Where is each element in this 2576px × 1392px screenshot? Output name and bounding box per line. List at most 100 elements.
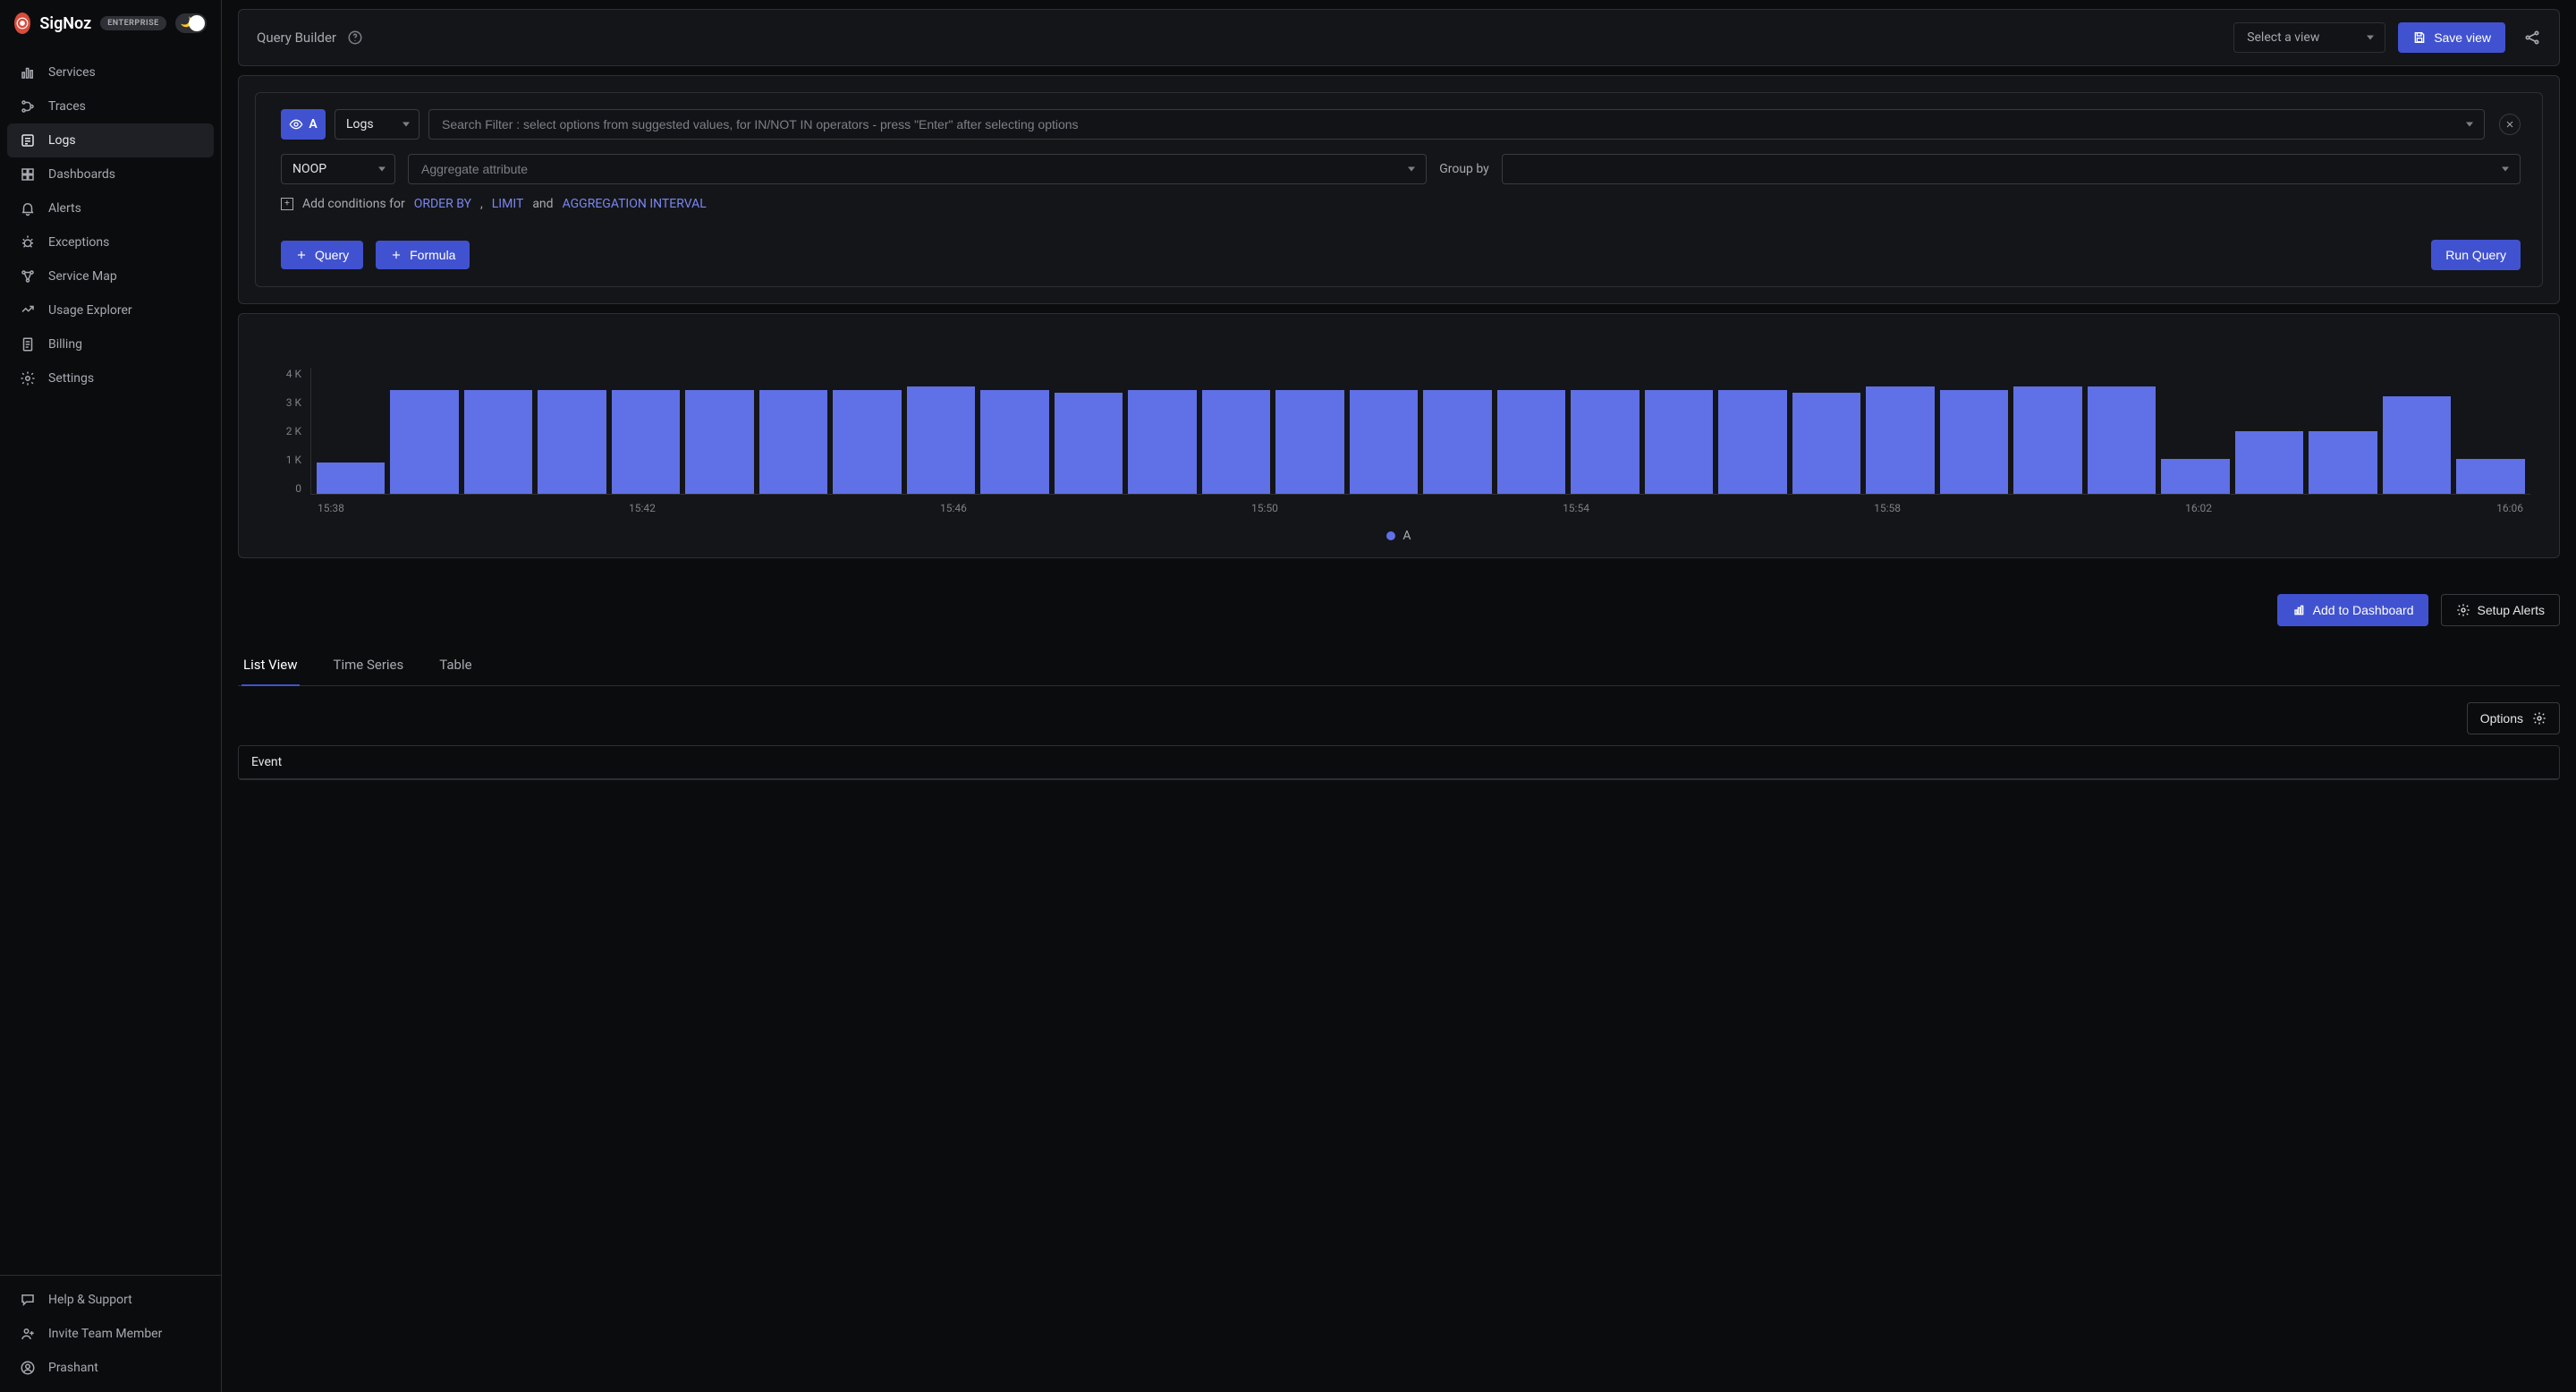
chart-bar[interactable] [2161, 459, 2229, 494]
aggregate-attribute-input[interactable] [408, 154, 1427, 184]
eye-icon [289, 117, 303, 132]
group-by-input[interactable] [1502, 154, 2521, 184]
chart-bar[interactable] [1645, 390, 1713, 494]
setup-alerts-button[interactable]: Setup Alerts [2441, 594, 2561, 626]
sidebar-item-invite[interactable]: Invite Team Member [7, 1317, 214, 1351]
sidebar-item-billing[interactable]: Billing [7, 327, 214, 361]
sidebar-item-traces[interactable]: Traces [7, 89, 214, 123]
gear-icon [20, 370, 36, 386]
agg-interval-link[interactable]: AGGREGATION INTERVAL [563, 197, 707, 211]
sidebar-item-label: Billing [48, 337, 82, 352]
source-type-value: Logs [346, 117, 374, 132]
chart-bar[interactable] [1055, 393, 1123, 494]
remove-query-button[interactable] [2499, 114, 2521, 135]
query-builder-card: Query Builder Select a view Save view [238, 9, 2560, 66]
chart-bar[interactable] [1571, 390, 1639, 494]
sidebar-item-profile[interactable]: Prashant [7, 1351, 214, 1385]
limit-link[interactable]: LIMIT [492, 197, 524, 211]
filter-input[interactable] [428, 109, 2485, 140]
sidebar-item-dashboards[interactable]: Dashboards [7, 157, 214, 191]
query-block-card: A Logs NOOP Group by [238, 75, 2560, 304]
sidebar-item-usage-explorer[interactable]: Usage Explorer [7, 293, 214, 327]
avatar-icon [20, 1360, 36, 1376]
query-visibility-badge[interactable]: A [281, 109, 326, 140]
user-plus-icon [20, 1326, 36, 1342]
sidebar-item-label: Help & Support [48, 1293, 132, 1307]
run-query-button[interactable]: Run Query [2431, 240, 2521, 270]
group-by-field[interactable] [1513, 161, 2509, 177]
chart-bar[interactable] [317, 463, 385, 494]
plus-icon [295, 249, 308, 261]
add-formula-button[interactable]: Formula [376, 241, 470, 269]
chart-bar[interactable] [2456, 459, 2524, 494]
chart-plot [310, 368, 2530, 495]
chart-bar[interactable] [2088, 386, 2156, 494]
chart-bar[interactable] [980, 390, 1048, 494]
options-button[interactable]: Options [2467, 702, 2560, 734]
chart-bar[interactable] [759, 390, 827, 494]
chart-bar[interactable] [1718, 390, 1786, 494]
sidebar: SigNoz ENTERPRISE 🌙 Services Traces Logs… [0, 0, 222, 1392]
sidebar-item-alerts[interactable]: Alerts [7, 191, 214, 225]
event-table: Event [238, 745, 2560, 780]
sidebar-item-settings[interactable]: Settings [7, 361, 214, 395]
brand-name: SigNoz [39, 14, 91, 33]
chart-bar[interactable] [2383, 396, 2451, 494]
tab-list-view[interactable]: List View [242, 648, 300, 685]
chart-bar[interactable] [1940, 390, 2008, 494]
select-view-dropdown[interactable]: Select a view [2233, 22, 2385, 53]
add-query-button[interactable]: Query [281, 241, 363, 269]
chart-bar[interactable] [2309, 431, 2377, 495]
options-row: Options [238, 702, 2560, 734]
run-query-label: Run Query [2445, 248, 2506, 262]
chart-bar[interactable] [1128, 390, 1196, 494]
x-tick: 15:58 [1874, 502, 1901, 520]
chart-bar[interactable] [1423, 390, 1491, 494]
order-by-link[interactable]: ORDER BY [414, 197, 471, 211]
chart-bar[interactable] [833, 390, 901, 494]
sidebar-item-help[interactable]: Help & Support [7, 1283, 214, 1317]
under-chart-actions: Add to Dashboard Setup Alerts [238, 594, 2560, 626]
map-icon [20, 268, 36, 284]
gear-icon [2532, 711, 2546, 726]
filter-input-field[interactable] [440, 116, 2473, 132]
chart-bar[interactable] [1497, 390, 1565, 494]
sidebar-item-logs[interactable]: Logs [7, 123, 214, 157]
add-to-dashboard-button[interactable]: Add to Dashboard [2277, 594, 2428, 626]
chart-bar[interactable] [2013, 386, 2081, 494]
source-type-select[interactable]: Logs [335, 109, 419, 140]
aggregate-attribute-field[interactable] [419, 161, 1415, 177]
chart-bar[interactable] [1792, 393, 1860, 494]
chart-bar[interactable] [390, 390, 458, 494]
add-conditions-row[interactable]: + Add conditions for ORDER BY , LIMIT an… [281, 197, 2521, 211]
theme-toggle[interactable]: 🌙 [175, 13, 207, 33]
select-view-placeholder: Select a view [2247, 30, 2319, 45]
chart-bar[interactable] [464, 390, 532, 494]
chart-bar[interactable] [2235, 431, 2303, 495]
chart-bar[interactable] [685, 390, 753, 494]
chart-bar[interactable] [1275, 390, 1343, 494]
sidebar-item-service-map[interactable]: Service Map [7, 259, 214, 293]
chart-legend[interactable]: A [264, 529, 2534, 543]
sidebar-item-services[interactable]: Services [7, 55, 214, 89]
chart-bar[interactable] [1350, 390, 1418, 494]
share-icon[interactable] [2523, 29, 2541, 47]
tab-time-series[interactable]: Time Series [332, 648, 406, 685]
x-tick: 16:02 [2185, 502, 2212, 520]
and-word: and [532, 197, 553, 211]
chart-bar[interactable] [1202, 390, 1270, 494]
help-icon[interactable] [347, 30, 363, 46]
save-view-button[interactable]: Save view [2398, 22, 2505, 53]
tab-table[interactable]: Table [437, 648, 473, 685]
legend-dot-icon [1386, 531, 1395, 540]
chart-bar[interactable] [538, 390, 606, 494]
toggle-knob [189, 15, 205, 31]
sidebar-item-label: Logs [48, 133, 76, 148]
query-builder-title: Query Builder [257, 30, 336, 46]
chart-bar[interactable] [907, 386, 975, 494]
chart-bar[interactable] [1866, 386, 1934, 494]
chart-bar[interactable] [612, 390, 680, 494]
sidebar-item-exceptions[interactable]: Exceptions [7, 225, 214, 259]
event-table-header: Event [239, 746, 2559, 779]
aggregation-op-select[interactable]: NOOP [281, 154, 395, 184]
